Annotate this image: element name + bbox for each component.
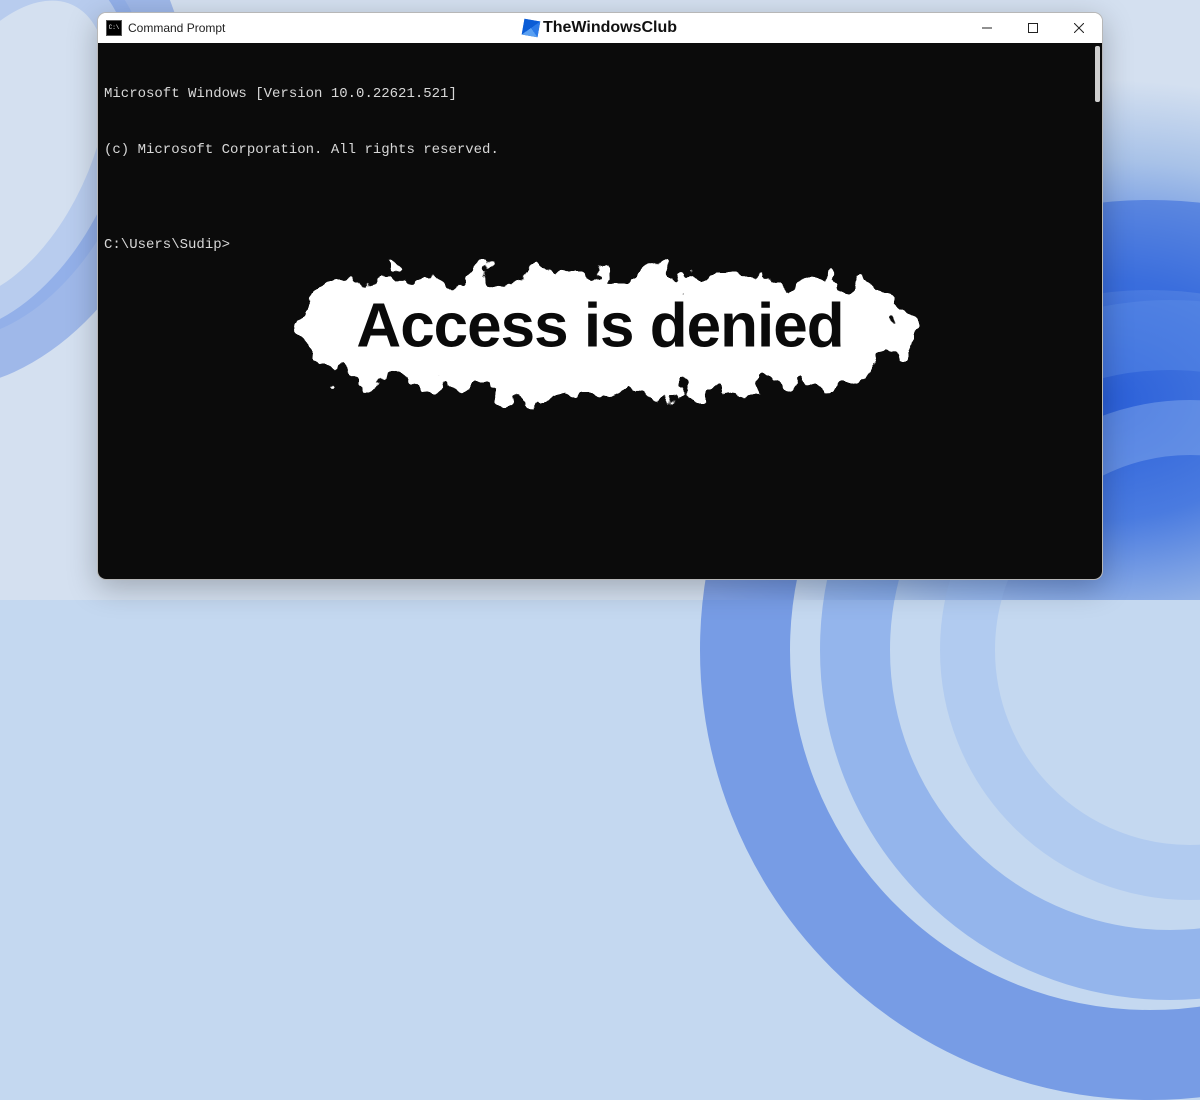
terminal-line: Microsoft Windows [Version 10.0.22621.52… (104, 85, 1096, 104)
branding-watermark: TheWindowsClub (523, 19, 677, 37)
minimize-button[interactable] (964, 13, 1010, 43)
maximize-button[interactable] (1010, 13, 1056, 43)
window-controls (964, 13, 1102, 43)
maximize-icon (1028, 23, 1038, 33)
overlay-banner: Access is denied (240, 186, 960, 479)
command-prompt-icon (106, 20, 122, 36)
terminal-body[interactable]: Microsoft Windows [Version 10.0.22621.52… (98, 43, 1102, 579)
minimize-icon (982, 23, 992, 33)
titlebar[interactable]: Command Prompt TheWindowsClub (98, 13, 1102, 43)
app-title: Command Prompt (128, 21, 225, 35)
close-button[interactable] (1056, 13, 1102, 43)
windows-logo-icon (522, 19, 541, 38)
close-icon (1074, 23, 1084, 33)
overlay-text: Access is denied (356, 285, 843, 369)
terminal-line: (c) Microsoft Corporation. All rights re… (104, 141, 1096, 160)
scrollbar-thumb[interactable] (1095, 46, 1100, 102)
branding-text: TheWindowsClub (543, 19, 677, 37)
command-prompt-window: Command Prompt TheWindowsClub Microsoft … (97, 12, 1103, 580)
